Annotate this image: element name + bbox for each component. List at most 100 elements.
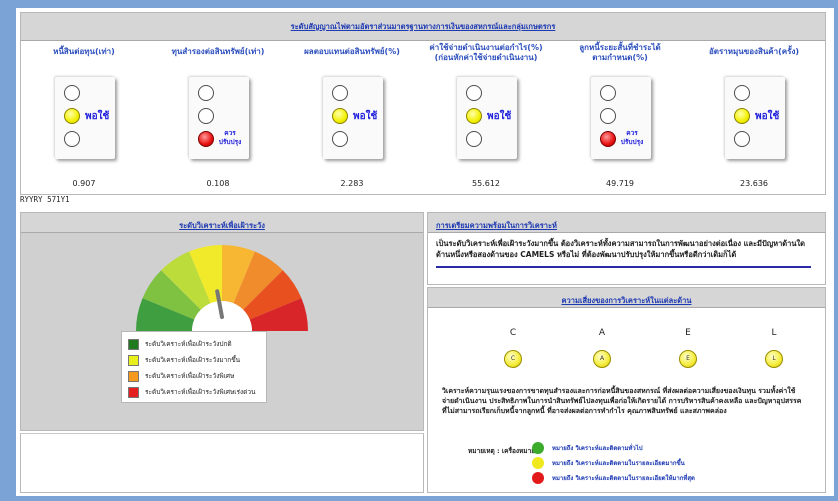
gauge-panel: ระดับวิเคราะห์เพื่อเฝ้าระวัง ระดับวิเครา… <box>20 212 424 431</box>
traffic-light-card: พอใช้ <box>55 77 115 159</box>
camels-description: วิเคราะห์ความรุนแรงของการขาดทุนสำรองและก… <box>442 387 802 415</box>
status-label: ควรปรับปรุง <box>218 129 242 146</box>
note-green: หมายถึง วิเคราะห์และติดตามทั่วไป <box>532 442 643 454</box>
indicator-opex-to-profit: ค่าใช้จ่ายดำเนินงานต่อกำไร(%) (ก่อนหักค่… <box>423 41 549 193</box>
indicator-return-on-assets: ผลตอบแทนต่อสินทรัพย์(%) พอใช้ 2.283 <box>289 41 415 193</box>
indicator-title: ทุนสำรองต่อสินทรัพย์(เท่า) <box>171 47 265 56</box>
category-c: C C <box>498 328 528 368</box>
legend-label: ระดับวิเคราะห์เพื่อเฝ้าระวังมากขึ้น <box>145 356 241 364</box>
recommendation-underline <box>436 266 811 268</box>
yellow-dot-icon <box>532 457 544 469</box>
category-l: L L <box>759 328 789 368</box>
category-letter: E <box>685 328 691 338</box>
traffic-light-bottom-lamp <box>466 131 482 147</box>
indicator-value: 23.636 <box>740 179 768 188</box>
legend-item-normal: ระดับวิเคราะห์เพื่อเฝ้าระวังปกติ <box>128 336 260 352</box>
recommendation-title-link[interactable]: การเตรียมความพร้อมในการวิเคราะห์ <box>436 221 557 230</box>
category-yellow-icon: L <box>765 350 783 368</box>
legend-swatch <box>128 386 139 398</box>
indicator-title: ผลตอบแทนต่อสินทรัพย์(%) <box>304 47 400 56</box>
status-label: พอใช้ <box>755 111 780 122</box>
indicator-value: 0.108 <box>206 179 230 188</box>
category-e: E E <box>673 328 703 368</box>
gauge-legend: ระดับวิเคราะห์เพื่อเฝ้าระวังปกติ ระดับวิ… <box>121 331 267 403</box>
note-text: หมายถึง วิเคราะห์และติดตามในรายละเอียดมา… <box>552 460 685 467</box>
traffic-light-top-lamp <box>64 85 80 101</box>
category-letter: C <box>509 328 517 338</box>
traffic-light-yellow-lamp <box>734 108 750 124</box>
traffic-light-top-lamp <box>600 85 616 101</box>
indicator-debt-to-equity: หนี้สินต่อทุน(เท่า) พอใช้ 0.907 <box>21 41 147 193</box>
traffic-light-middle-lamp <box>198 108 214 124</box>
camels-categories: C C A A E E L L <box>428 328 827 388</box>
traffic-light-bottom-lamp <box>734 131 750 147</box>
camels-panel: ความเสี่ยงของการวิเคราะห์ในแต่ละด้าน C C… <box>427 287 826 493</box>
note-label: หมายเหตุ : เครื่องหมาย <box>468 447 536 455</box>
legend-item-special: ระดับวิเคราะห์เพื่อเฝ้าระวังพิเศษ <box>128 368 260 384</box>
legend-label: ระดับวิเคราะห์เพื่อเฝ้าระวังพิเศษ <box>145 372 235 380</box>
status-label: พอใช้ <box>353 111 378 122</box>
gauge-panel-header: ระดับวิเคราะห์เพื่อเฝ้าระวัง <box>21 213 423 233</box>
traffic-light-yellow-lamp <box>332 108 348 124</box>
indicator-title: ลูกหนี้ระยะสั้นที่ชำระได้ ตามกำหนด(%) <box>579 43 661 62</box>
note-red: หมายถึง วิเคราะห์และติดตามในรายละเอียดให… <box>532 472 695 484</box>
status-label: ควรปรับปรุง <box>620 129 644 146</box>
traffic-light-card: พอใช้ <box>457 77 517 159</box>
report-frame: ระดับสัญญาณไฟตามอัตราส่วนมาตรฐานทางการเง… <box>16 8 834 496</box>
indicator-title: หนี้สินต่อทุน(เท่า) <box>53 47 115 56</box>
indicator-title: อัตราหมุนของสินค้า(ครั้ง) <box>708 47 800 56</box>
legend-label: ระดับวิเคราะห์เพื่อเฝ้าระวังพิเศษเร่งด่ว… <box>145 388 256 396</box>
indicator-inventory-turnover: อัตราหมุนของสินค้า(ครั้ง) พอใช้ 23.636 <box>691 41 817 193</box>
green-dot-icon <box>532 442 544 454</box>
recommendation-text: เป็นระดับวิเคราะห์เพื่อเฝ้าระวังมากขึ้น … <box>436 239 806 259</box>
camels-title-link[interactable]: ความเสี่ยงของการวิเคราะห์ในแต่ละด้าน <box>562 296 692 305</box>
traffic-light-card: ควรปรับปรุง <box>189 77 249 159</box>
traffic-light-top-lamp <box>466 85 482 101</box>
indicator-value: 2.283 <box>340 179 364 188</box>
traffic-light-bottom-lamp <box>332 131 348 147</box>
recommendation-panel: การเตรียมความพร้อมในการวิเคราะห์ เป็นระด… <box>427 212 826 285</box>
category-letter: A <box>598 328 606 338</box>
traffic-light-panel-header: ระดับสัญญาณไฟตามอัตราส่วนมาตรฐานทางการเง… <box>21 13 825 41</box>
traffic-light-red-lamp <box>600 131 616 147</box>
signal-code: RYYRY 571Y1 <box>20 195 70 204</box>
note-text: หมายถึง วิเคราะห์และติดตามในรายละเอียดให… <box>552 475 695 482</box>
legend-swatch <box>128 354 139 366</box>
traffic-light-panel: ระดับสัญญาณไฟตามอัตราส่วนมาตรฐานทางการเง… <box>20 12 826 195</box>
indicator-receivables-on-time: ลูกหนี้ระยะสั้นที่ชำระได้ ตามกำหนด(%) คว… <box>557 41 683 193</box>
status-label: พอใช้ <box>487 111 512 122</box>
traffic-light-card: ควรปรับปรุง <box>591 77 651 159</box>
traffic-light-card: พอใช้ <box>725 77 785 159</box>
indicator-value: 49.719 <box>606 179 634 188</box>
category-letter: L <box>771 328 777 338</box>
red-dot-icon <box>532 472 544 484</box>
category-yellow-icon: E <box>679 350 697 368</box>
legend-swatch <box>128 370 139 382</box>
empty-lower-left-panel <box>20 433 424 493</box>
traffic-light-yellow-lamp <box>466 108 482 124</box>
category-a: A A <box>587 328 617 368</box>
camels-panel-header: ความเสี่ยงของการวิเคราะห์ในแต่ละด้าน <box>428 288 825 308</box>
legend-label: ระดับวิเคราะห์เพื่อเฝ้าระวังปกติ <box>145 340 232 348</box>
traffic-light-top-lamp <box>198 85 214 101</box>
indicator-value: 55.612 <box>472 179 500 188</box>
traffic-light-top-lamp <box>332 85 348 101</box>
status-label: พอใช้ <box>85 111 110 122</box>
legend-swatch <box>128 338 139 350</box>
traffic-light-card: พอใช้ <box>323 77 383 159</box>
category-yellow-icon: C <box>504 350 522 368</box>
gauge-meter <box>136 245 308 331</box>
traffic-light-middle-lamp <box>600 108 616 124</box>
note-yellow: หมายถึง วิเคราะห์และติดตามในรายละเอียดมา… <box>532 457 685 469</box>
category-yellow-icon: A <box>593 350 611 368</box>
indicator-reserve-to-assets: ทุนสำรองต่อสินทรัพย์(เท่า) ควรปรับปรุง 0… <box>155 41 281 193</box>
traffic-light-yellow-lamp <box>64 108 80 124</box>
note-text: หมายถึง วิเคราะห์และติดตามทั่วไป <box>552 445 643 452</box>
indicator-title: ค่าใช้จ่ายดำเนินงานต่อกำไร(%) (ก่อนหักค่… <box>429 43 543 62</box>
traffic-light-red-lamp <box>198 131 214 147</box>
traffic-light-panel-title-link[interactable]: ระดับสัญญาณไฟตามอัตราส่วนมาตรฐานทางการเง… <box>291 22 556 31</box>
traffic-light-top-lamp <box>734 85 750 101</box>
legend-item-urgent: ระดับวิเคราะห์เพื่อเฝ้าระวังพิเศษเร่งด่ว… <box>128 384 260 400</box>
gauge-panel-title-link[interactable]: ระดับวิเคราะห์เพื่อเฝ้าระวัง <box>179 221 265 230</box>
indicator-value: 0.907 <box>72 179 96 188</box>
